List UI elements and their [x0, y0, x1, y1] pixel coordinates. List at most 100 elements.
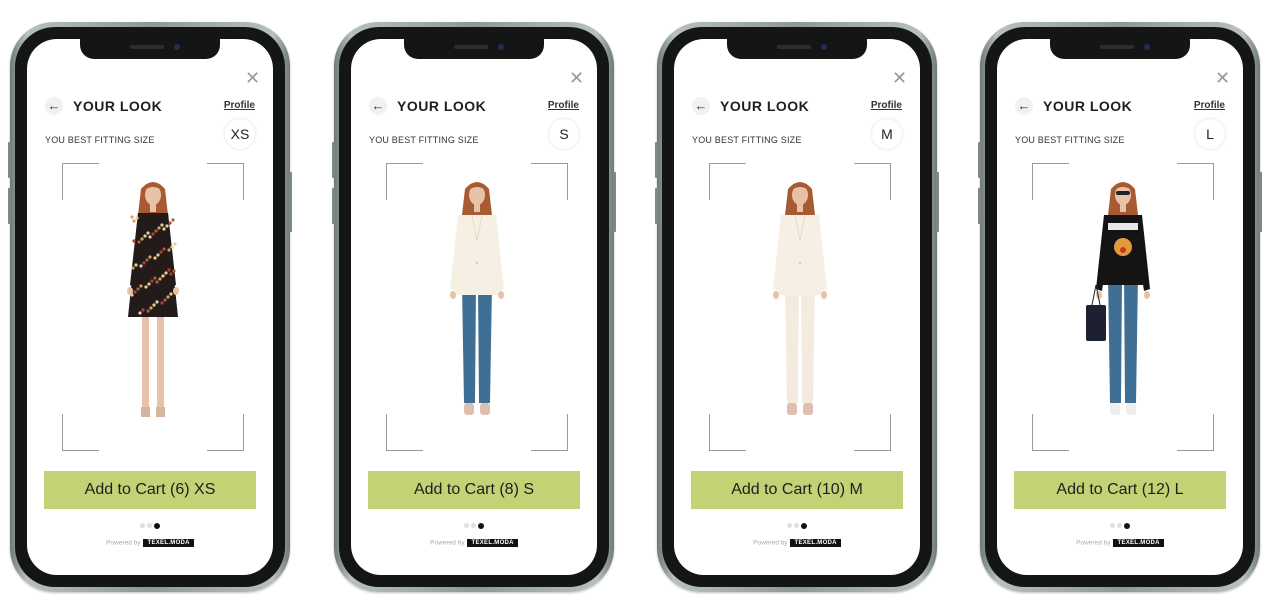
pagination-dot[interactable]	[140, 523, 145, 529]
frame-corner	[207, 414, 244, 451]
dress-flower-print	[167, 248, 171, 252]
front-camera	[174, 44, 180, 50]
pagination-dot-active[interactable]	[801, 522, 807, 529]
frame-corner	[531, 163, 568, 200]
arrow-left-icon[interactable]: ←	[1015, 97, 1033, 115]
phone-screen: ✕ ← YOUR LOOK Profile YOU BEST FITTING S…	[27, 39, 273, 575]
dress-flower-print	[133, 290, 137, 294]
add-to-cart-button[interactable]: Add to Cart (12) L	[1014, 471, 1226, 509]
dress-flower-print	[131, 266, 135, 270]
dress-flower-print	[156, 253, 160, 257]
header: ← YOUR LOOK Profile	[997, 95, 1243, 119]
pagination-dots	[674, 517, 920, 529]
frame-corner	[709, 414, 746, 451]
profile-link[interactable]: Profile	[1194, 100, 1225, 111]
dress-flower-print	[166, 295, 170, 299]
pagination-dot-active[interactable]	[478, 522, 484, 529]
header: ← YOUR LOOK Profile	[674, 95, 920, 119]
frame-corner	[62, 163, 99, 200]
dress-flower-print	[164, 271, 168, 275]
phone-mockup-m: ✕ ← YOUR LOOK Profile YOU BEST FITTING S…	[655, 22, 939, 592]
side-button	[8, 142, 11, 178]
model-hand	[127, 287, 133, 295]
pagination-dot[interactable]	[471, 523, 476, 529]
brand-logo: TEXEL.MODA	[790, 539, 841, 547]
phone-mockup-xs: ✕ ← YOUR LOOK Profile YOU BEST FITTING S…	[8, 22, 292, 592]
arrow-left-icon[interactable]: ←	[45, 97, 63, 115]
side-button	[655, 142, 658, 178]
dress-flower-print	[165, 224, 169, 228]
phone-screen: ✕ ← YOUR LOOK Profile YOU BEST FITTING S…	[674, 39, 920, 575]
speaker	[130, 45, 164, 49]
model-image	[127, 182, 179, 417]
add-to-cart-button[interactable]: Add to Cart (8) S	[368, 471, 580, 509]
page-title: YOUR LOOK	[1043, 98, 1133, 114]
front-camera	[821, 44, 827, 50]
heel-right	[156, 407, 165, 417]
dress-flower-print	[151, 232, 155, 236]
pagination-dot[interactable]	[1117, 523, 1122, 529]
model-leg-right	[157, 317, 164, 407]
pagination-dot-active[interactable]	[1124, 522, 1130, 529]
close-icon[interactable]: ✕	[245, 69, 260, 87]
tote-bag	[1086, 305, 1106, 341]
close-icon[interactable]: ✕	[1215, 69, 1230, 87]
close-icon[interactable]: ✕	[569, 69, 584, 87]
arrow-left-icon[interactable]: ←	[692, 97, 710, 115]
add-to-cart-button[interactable]: Add to Cart (6) XS	[44, 471, 256, 509]
dress-flower-print	[162, 227, 166, 231]
pagination-dot[interactable]	[787, 523, 792, 529]
header: ← YOUR LOOK Profile	[27, 95, 273, 119]
add-to-cart-button[interactable]: Add to Cart (10) M	[691, 471, 903, 509]
model-hand	[450, 291, 456, 299]
pagination-dots	[997, 517, 1243, 529]
frame-corner	[1177, 163, 1214, 200]
phone-bezel: ✕ ← YOUR LOOK Profile YOU BEST FITTING S…	[662, 27, 932, 587]
frame-corner	[1032, 414, 1069, 451]
model-hand	[173, 287, 179, 295]
pagination-dot[interactable]	[464, 523, 469, 529]
sunglasses	[1116, 191, 1130, 195]
dress-flower-print	[153, 256, 157, 260]
heel-left	[141, 407, 150, 417]
fitting-size-label: YOU BEST FITTING SIZE	[1015, 135, 1125, 145]
profile-link[interactable]: Profile	[224, 100, 255, 111]
pants-leg-left	[462, 285, 476, 403]
close-icon[interactable]: ✕	[892, 69, 907, 87]
speaker	[1100, 45, 1134, 49]
dress-flower-print	[160, 223, 164, 227]
pagination-dot[interactable]	[794, 523, 799, 529]
dress-flower-print	[147, 282, 151, 286]
model-image	[450, 182, 504, 415]
tiger-mouth	[1120, 247, 1126, 253]
powered-by-label: Powered by	[430, 539, 465, 547]
phone-mockup-s: ✕ ← YOUR LOOK Profile YOU BEST FITTING S…	[332, 22, 616, 592]
pants-leg-left	[1108, 275, 1122, 403]
dress-flower-print	[157, 226, 161, 230]
dress-flower-print	[152, 303, 156, 307]
profile-link[interactable]: Profile	[871, 100, 902, 111]
pagination-dots	[351, 517, 597, 529]
pagination-dot[interactable]	[1110, 523, 1115, 529]
dress-flower-print	[167, 268, 171, 272]
top-garment	[456, 215, 498, 295]
fitting-size-label: YOU BEST FITTING SIZE	[692, 135, 802, 145]
dress-flower-print	[169, 292, 173, 296]
dress-flower-print	[142, 261, 146, 265]
pagination-dot[interactable]	[147, 523, 152, 529]
brand-logo: TEXEL.MODA	[467, 539, 518, 547]
side-button	[332, 142, 335, 178]
dress-flower-print	[155, 280, 159, 284]
side-button	[655, 188, 658, 224]
brand-logo: TEXEL.MODA	[1113, 539, 1164, 547]
profile-link[interactable]: Profile	[548, 100, 579, 111]
arrow-left-icon[interactable]: ←	[369, 97, 387, 115]
phone-screen: ✕ ← YOUR LOOK Profile YOU BEST FITTING S…	[351, 39, 597, 575]
model-leg-left	[142, 317, 149, 407]
dress-flower-print	[146, 309, 150, 313]
dress-flower-print	[162, 247, 166, 251]
frame-corner	[709, 163, 746, 200]
pagination-dot-active[interactable]	[154, 522, 160, 529]
powered-by-label: Powered by	[1076, 539, 1111, 547]
dress-flower-print	[148, 255, 152, 259]
